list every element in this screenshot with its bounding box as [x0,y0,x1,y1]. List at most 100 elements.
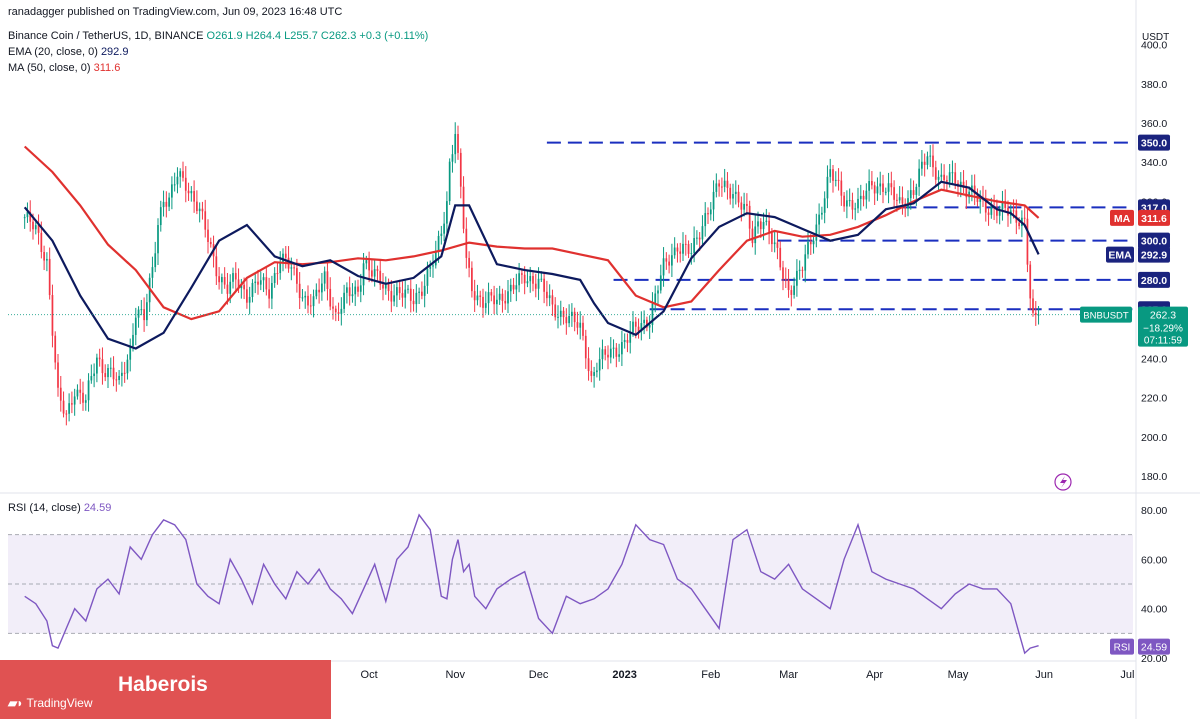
candle [962,170,965,194]
candle [598,347,601,381]
candle [1029,261,1032,310]
candle [340,297,343,326]
candle-body [121,372,123,376]
candle-body [1034,312,1037,316]
ema-legend[interactable]: EMA (20, close, 0) 292.9 [8,46,128,58]
ema-value: 292.9 [100,46,129,58]
candle [796,259,798,297]
candle-body [337,312,340,314]
candle [854,202,857,221]
candle-body [434,251,437,266]
candle [815,213,818,248]
candle [357,279,359,297]
candle-body [171,184,173,198]
candle-body [312,296,315,307]
candle-body [693,238,695,253]
candle [59,375,62,412]
candle [584,329,587,369]
candle-body [221,277,223,283]
candle-body [648,324,651,328]
last-change: −18.29% [1143,324,1183,335]
candle [515,273,518,302]
candle [351,283,354,303]
candle [398,279,401,300]
candle [96,353,98,383]
candle [234,262,237,292]
candle-body [951,172,954,174]
candle [879,171,882,196]
candle-body [284,253,287,258]
candle [732,183,734,209]
candle [448,158,451,205]
candle-body [262,277,265,281]
price-chart[interactable]: USDT180.0200.0220.0240.0260.0280.0300.03… [0,0,1200,719]
candle-body [276,273,279,275]
candle [673,237,676,259]
candle-body [34,225,37,230]
candle [865,183,868,209]
rsi-legend[interactable]: RSI (14, close) 24.59 [8,502,111,514]
ema-badge-value: 292.9 [1141,250,1167,262]
ma-legend[interactable]: MA (50, close, 0) 311.6 [8,62,120,74]
candle-body [187,190,190,194]
candle-body [954,172,957,184]
candle [671,243,673,277]
candle [1004,189,1007,212]
candle [1034,301,1037,326]
candle [198,202,201,223]
candle [112,356,115,387]
candle-body [1026,218,1029,265]
candle [943,164,945,191]
candle-body [496,299,498,305]
candle [171,176,173,210]
candle-body [832,169,834,181]
candle-body [271,282,273,299]
candle [62,391,65,418]
candle-body [946,180,948,182]
symbol-legend[interactable]: Binance Coin / TetherUS, 1D, BINANCE O26… [8,30,428,42]
candle [207,219,209,254]
candle [823,191,826,224]
candle-body [773,242,776,245]
candle [654,285,657,313]
candle-body [296,268,298,284]
candle-body [929,155,932,157]
candle [751,220,754,248]
candle [415,284,418,313]
candle-body [257,281,259,285]
candle-body [551,295,554,305]
lightning-icon-bolt [1060,476,1067,488]
tradingview-logo[interactable]: ▰◗ TradingView [8,696,93,710]
candle [696,230,698,245]
candle-body [468,257,470,268]
rsi-y-tick-label: 60.00 [1141,554,1167,566]
candle [668,254,670,274]
candle [707,207,709,225]
ma-value: 311.6 [93,62,121,74]
candle-body [526,281,529,284]
candle [501,288,504,313]
y-tick-label: 360.0 [1141,118,1167,130]
candle-body [168,197,170,207]
candle [376,265,379,282]
candle-body [915,186,918,195]
candle [496,288,498,315]
candle [84,394,87,411]
candle [743,192,745,217]
candle [921,150,923,176]
candle-body [162,201,165,208]
candle-body [223,277,226,285]
candle-body [776,242,779,248]
candle-body [523,274,526,284]
candle-body [457,133,459,153]
candle [287,246,290,273]
candle [893,180,895,208]
candle-body [123,372,126,374]
candle [859,184,862,211]
candle-body [473,291,476,301]
candle [521,269,523,284]
x-tick-label: Oct [361,669,378,681]
candle-body [937,176,940,180]
candle [843,192,845,212]
ma-label: MA (50, close, 0) [8,62,91,74]
